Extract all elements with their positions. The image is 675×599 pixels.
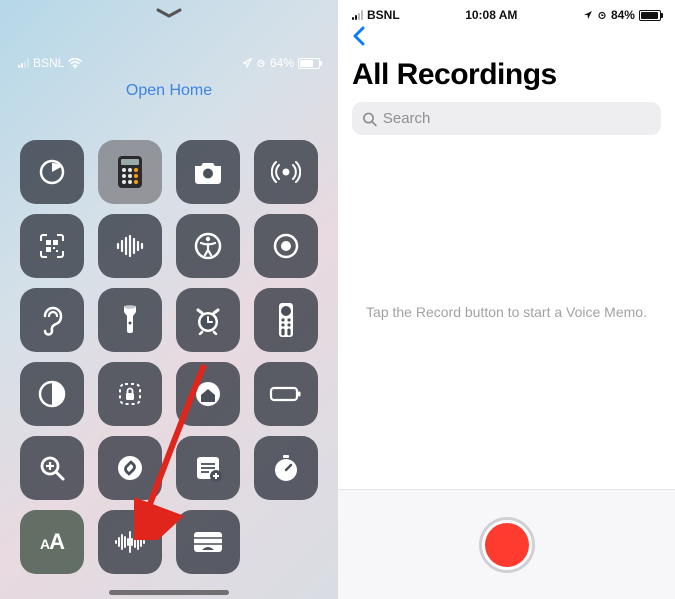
- apple-tv-remote-tile[interactable]: [254, 288, 318, 352]
- low-power-mode-icon: [269, 385, 303, 403]
- accessibility-tile[interactable]: [176, 214, 240, 278]
- record-button[interactable]: [479, 517, 535, 573]
- battery-icon: [639, 10, 661, 21]
- quick-note-tile[interactable]: [176, 436, 240, 500]
- music-recognition-tile[interactable]: [98, 214, 162, 278]
- guided-access-tile[interactable]: [98, 362, 162, 426]
- page-title: All Recordings: [338, 52, 675, 102]
- qr-code-icon: [37, 231, 67, 261]
- alarm-status-icon: [597, 10, 607, 20]
- magnifier-tile[interactable]: [20, 436, 84, 500]
- collapse-chevron-icon[interactable]: [154, 6, 184, 25]
- hearing-icon: [39, 304, 65, 336]
- home-tile[interactable]: [176, 362, 240, 426]
- timer-icon: [37, 157, 67, 187]
- control-center-screenshot: BSNL 64% Open Home: [0, 0, 338, 599]
- dark-mode-icon: [37, 379, 67, 409]
- quick-note-icon: [193, 453, 223, 483]
- empty-state-text: Tap the Record button to start a Voice M…: [338, 135, 675, 489]
- status-bar-right: BSNL 10:08 AM 84%: [338, 0, 675, 24]
- chevron-left-icon: [352, 26, 366, 46]
- voice-memos-screenshot: BSNL 10:08 AM 84% All Recordings Tap the…: [338, 0, 675, 599]
- screen-recording-icon: [271, 231, 301, 261]
- signal-icon: [352, 10, 363, 20]
- wallet-icon: [192, 530, 224, 554]
- search-field[interactable]: [352, 102, 661, 135]
- calculator-icon: [116, 155, 144, 189]
- stopwatch-tile[interactable]: [254, 436, 318, 500]
- flashlight-icon: [121, 303, 139, 337]
- battery-icon: [298, 58, 320, 69]
- low-power-mode-tile[interactable]: [254, 362, 318, 426]
- music-recognition-icon: [115, 235, 145, 257]
- accessibility-icon: [193, 231, 223, 261]
- open-home-link[interactable]: Open Home: [126, 82, 212, 100]
- hearing-tile[interactable]: [20, 288, 84, 352]
- wifi-icon: [68, 58, 82, 69]
- search-icon: [362, 111, 377, 127]
- search-input[interactable]: [383, 110, 651, 127]
- apple-tv-remote-icon: [278, 302, 294, 338]
- timer-tile[interactable]: [20, 140, 84, 204]
- camera-icon: [192, 160, 224, 184]
- shazam-icon: [115, 453, 145, 483]
- magnifier-icon: [37, 453, 67, 483]
- record-icon: [485, 523, 529, 567]
- nfc-reader-icon: [271, 157, 301, 187]
- text-size-icon: AA: [40, 529, 64, 555]
- signal-icon: [18, 58, 29, 68]
- battery-pct: 84%: [611, 8, 635, 22]
- battery-pct: 64%: [270, 56, 294, 70]
- carrier-label: BSNL: [367, 8, 400, 22]
- record-tray: [338, 489, 675, 599]
- shazam-tile[interactable]: [98, 436, 162, 500]
- voice-memos-icon: [114, 531, 146, 553]
- dark-mode-tile[interactable]: [20, 362, 84, 426]
- control-center-grid: AA: [20, 140, 318, 574]
- alarm-status-icon: [256, 58, 266, 68]
- camera-tile[interactable]: [176, 140, 240, 204]
- alarm-icon: [192, 305, 224, 335]
- voice-memos-tile[interactable]: [98, 510, 162, 574]
- screen-recording-tile[interactable]: [254, 214, 318, 278]
- location-icon: [583, 10, 593, 20]
- qr-code-tile[interactable]: [20, 214, 84, 278]
- home-indicator[interactable]: [109, 590, 229, 595]
- carrier-label: BSNL: [33, 56, 64, 70]
- status-bar-left: BSNL 64%: [0, 56, 338, 70]
- flashlight-tile[interactable]: [98, 288, 162, 352]
- alarm-tile[interactable]: [176, 288, 240, 352]
- clock: 10:08 AM: [465, 8, 517, 22]
- back-button[interactable]: [338, 24, 675, 52]
- nfc-reader-tile[interactable]: [254, 140, 318, 204]
- text-size-tile[interactable]: AA: [20, 510, 84, 574]
- guided-access-icon: [115, 379, 145, 409]
- home-icon: [193, 379, 223, 409]
- wallet-tile[interactable]: [176, 510, 240, 574]
- calculator-tile[interactable]: [98, 140, 162, 204]
- stopwatch-icon: [271, 453, 301, 483]
- location-icon: [242, 58, 252, 68]
